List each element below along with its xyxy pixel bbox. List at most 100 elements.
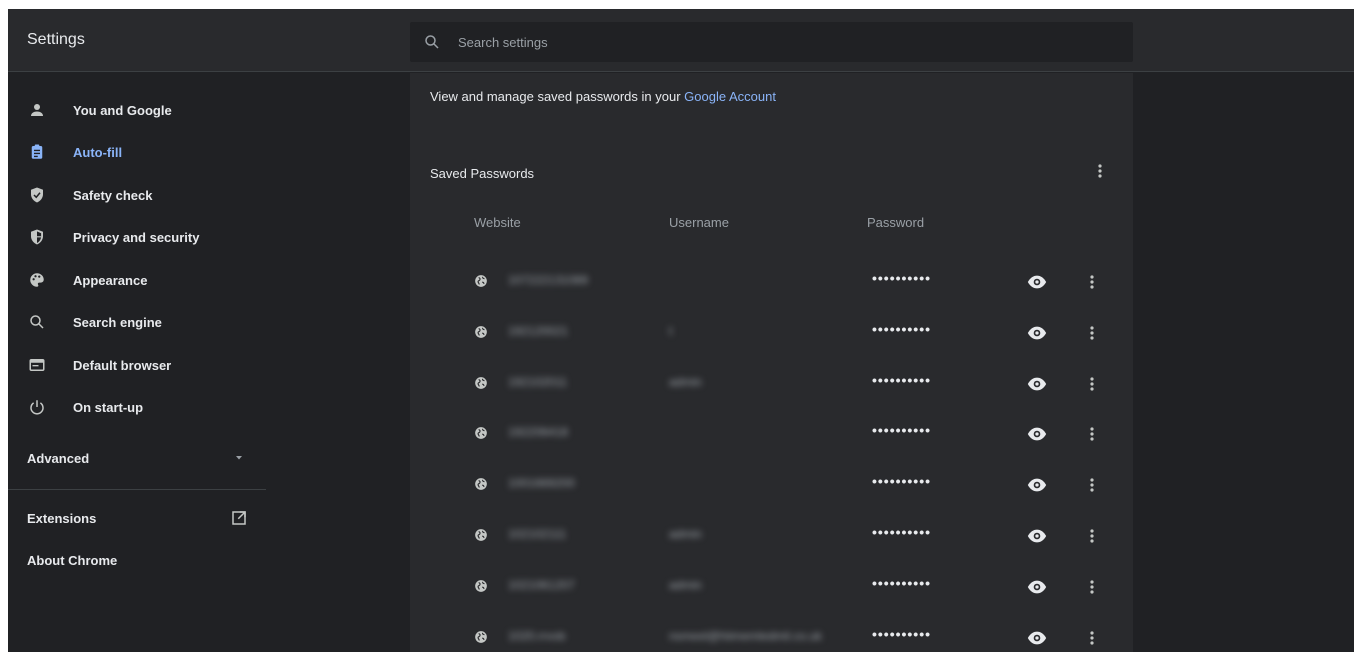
password-row: 107222131089 •••••••••• [410, 257, 1133, 308]
chevron-down-icon [236, 456, 242, 460]
password-value: •••••••••• [872, 270, 932, 286]
sidebar-item-on-start-up[interactable]: On start-up [8, 388, 273, 426]
show-password-icon[interactable] [1026, 423, 1048, 445]
website-value: 1020.rrvob [508, 628, 566, 643]
sidebar-advanced-toggle[interactable]: Advanced [8, 439, 258, 477]
sidebar-item-label: On start-up [73, 399, 144, 415]
search-icon [28, 313, 46, 331]
power-icon [28, 398, 46, 416]
more-vert-icon[interactable] [1092, 161, 1108, 181]
sidebar-item-label: Auto-fill [73, 144, 123, 160]
intro-text: View and manage saved passwords in your … [430, 89, 776, 104]
clipboard-icon [28, 143, 46, 161]
globe-icon [475, 529, 487, 541]
username-value: admin [669, 527, 702, 541]
globe-icon [475, 325, 487, 338]
password-row: 1021061207 admin •••••••••• [410, 562, 1133, 613]
more-vert-icon[interactable] [1084, 423, 1100, 445]
password-row: 192102011 admin •••••••••• [410, 359, 1133, 410]
username-value: admin [669, 374, 702, 389]
more-vert-icon[interactable] [1084, 627, 1100, 649]
browser-window-icon [28, 356, 46, 374]
more-vert-icon[interactable] [1084, 474, 1100, 496]
show-password-icon[interactable] [1026, 373, 1048, 395]
sidebar-item-search-engine[interactable]: Search engine [8, 303, 273, 341]
globe-icon [475, 478, 487, 491]
password-row: 192206418 •••••••••• [410, 409, 1133, 460]
sidebar-item-label: Default browser [73, 357, 172, 373]
globe-icon [475, 427, 487, 440]
username-value: admin [669, 577, 702, 592]
privacy-shield-icon [28, 228, 46, 246]
password-row: 1001669200 •••••••••• [410, 460, 1133, 511]
intro-text-prefix: View and manage saved passwords in your [430, 89, 685, 104]
sidebar-item-extensions[interactable]: Extensions [8, 499, 258, 537]
passwords-card: View and manage saved passwords in your … [410, 73, 1133, 652]
globe-icon [475, 376, 487, 389]
show-password-icon[interactable] [1026, 474, 1048, 496]
open-in-new-icon [232, 511, 246, 525]
password-value: •••••••••• [872, 574, 932, 591]
password-value: •••••••••• [872, 371, 932, 388]
globe-icon [475, 630, 487, 643]
password-row: 102102111 admin •••••••••• [410, 511, 1133, 562]
password-row: 1020.rrvob nsmeel@hiimemledmil.co.uk •••••… [410, 613, 1133, 652]
sidebar-item-you-and-google[interactable]: You and Google [8, 91, 273, 129]
column-header-website: Website [474, 215, 521, 230]
password-value: •••••••••• [872, 524, 932, 540]
person-icon [28, 101, 46, 119]
sidebar-item-appearance[interactable]: Appearance [8, 261, 273, 299]
more-vert-icon[interactable] [1084, 525, 1100, 547]
column-header-password: Password [867, 215, 925, 230]
sidebar-item-default-browser[interactable]: Default browser [8, 346, 273, 384]
show-password-icon[interactable] [1026, 576, 1048, 598]
search-box[interactable] [410, 22, 1133, 62]
globe-icon [475, 579, 487, 592]
sidebar-item-privacy-and-security[interactable]: Privacy and security [8, 218, 273, 256]
sidebar-item-about-chrome[interactable]: About Chrome [8, 541, 258, 579]
google-account-link[interactable]: Google Account [684, 89, 776, 104]
settings-window: Settings You and Google Auto-fill [8, 9, 1354, 652]
sidebar-item-label: Safety check [73, 187, 153, 203]
more-vert-icon[interactable] [1084, 271, 1100, 293]
password-value: •••••••••• [872, 422, 932, 439]
show-password-icon[interactable] [1026, 525, 1048, 547]
sidebar-item-auto-fill[interactable]: Auto-fill [8, 133, 273, 171]
advanced-label: Advanced [27, 450, 90, 466]
password-value: •••••••••• [872, 473, 932, 490]
sidebar: You and Google Auto-fill Safety check Pr… [8, 73, 273, 652]
more-vert-icon[interactable] [1084, 322, 1100, 344]
password-value: •••••••••• [872, 625, 932, 642]
search-icon [425, 35, 439, 49]
palette-icon [28, 271, 46, 289]
page-title: Settings [27, 31, 85, 48]
show-password-icon[interactable] [1026, 271, 1048, 293]
column-header-username: Username [669, 215, 729, 230]
search-input[interactable] [458, 22, 1098, 62]
more-vert-icon[interactable] [1084, 373, 1100, 395]
username-value: nsmeel@hiimemledmil.co.uk [669, 628, 822, 643]
show-password-icon[interactable] [1026, 627, 1048, 649]
password-row: 192120021 t •••••••••• [410, 308, 1133, 359]
password-value: •••••••••• [872, 320, 932, 337]
website-value: 102102111 [508, 527, 567, 541]
website-value: 192102011 [508, 374, 568, 389]
extensions-label: Extensions [27, 510, 97, 526]
sidebar-item-safety-check[interactable]: Safety check [8, 176, 273, 214]
show-password-icon[interactable] [1026, 322, 1048, 344]
website-value: 107222131089 [508, 273, 589, 287]
sidebar-divider [8, 489, 266, 490]
sidebar-item-label: Appearance [73, 272, 148, 288]
shield-check-icon [28, 186, 46, 204]
section-title: Saved Passwords [430, 166, 535, 181]
website-value: 1001669200 [508, 476, 575, 491]
sidebar-item-label: Privacy and security [73, 229, 200, 245]
website-value: 1021061207 [508, 577, 575, 592]
globe-icon [475, 275, 487, 287]
username-value: t [669, 323, 673, 338]
about-chrome-label: About Chrome [27, 552, 118, 568]
sidebar-item-label: Search engine [73, 314, 162, 330]
website-value: 192120021 [508, 323, 569, 338]
sidebar-item-label: You and Google [73, 102, 172, 118]
more-vert-icon[interactable] [1084, 576, 1100, 598]
